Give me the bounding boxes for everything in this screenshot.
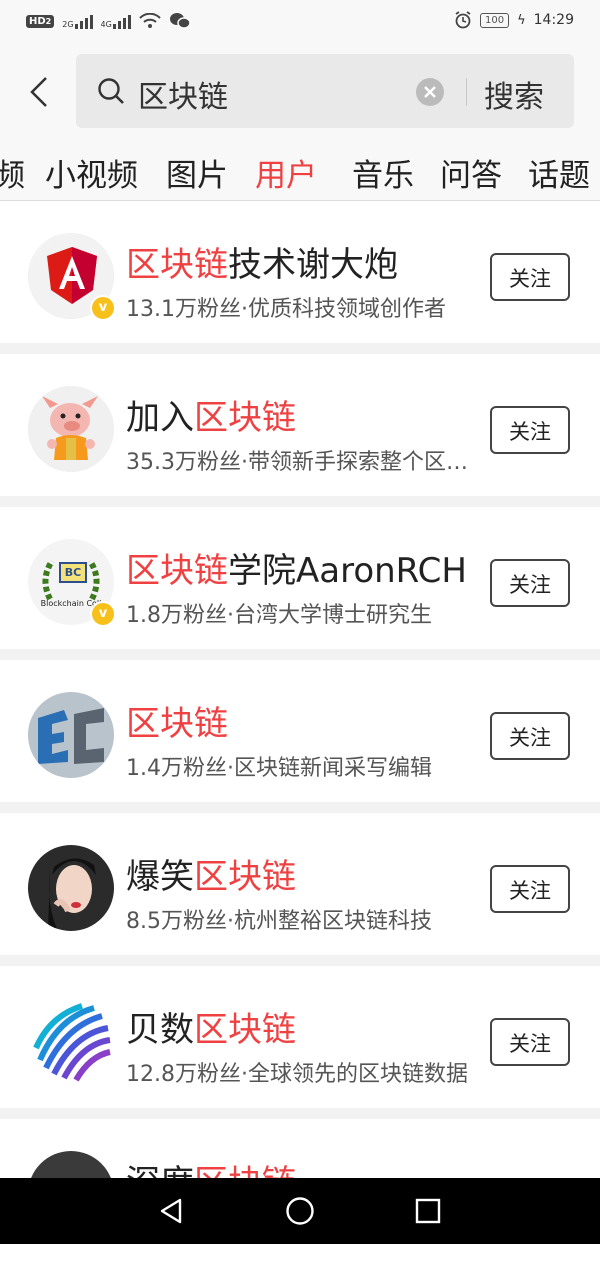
- user-description: 1.4万粉丝·区块链新闻采写编辑: [126, 756, 432, 781]
- tab-users[interactable]: 用户: [255, 150, 317, 195]
- user-description: 13.1万粉丝·优质科技领域创作者: [126, 297, 446, 322]
- category-tabs: 频 小视频 图片 用户 音乐 问答 话题: [0, 144, 600, 201]
- user-description: 8.5万粉丝·杭州整裕区块链科技: [126, 909, 432, 934]
- follow-button[interactable]: 关注: [490, 712, 570, 760]
- user-name[interactable]: 区块链技术谢大炮: [126, 237, 398, 286]
- status-bar: HD2 2G 4G 100 ϟ 14:29: [0, 0, 600, 44]
- charging-icon: ϟ: [517, 12, 526, 28]
- tab-topics[interactable]: 话题: [528, 150, 590, 195]
- wifi-icon: [139, 13, 161, 28]
- follow-button[interactable]: 关注: [490, 559, 570, 607]
- user-name[interactable]: 区块链学院AaronRCH: [126, 543, 467, 592]
- pig-mascot-icon: [28, 386, 114, 472]
- avatar[interactable]: [28, 386, 114, 472]
- verified-badge-icon: v: [90, 601, 116, 627]
- tab-images[interactable]: 图片: [166, 150, 228, 195]
- tab-video-partial[interactable]: 频: [0, 150, 25, 195]
- avatar[interactable]: [28, 998, 114, 1084]
- alarm-icon: [455, 11, 471, 29]
- user-name[interactable]: 贝数区块链: [126, 1002, 296, 1051]
- search-header: 区块链 搜索: [0, 44, 600, 144]
- wechat-icon: [169, 13, 191, 29]
- back-arrow-icon[interactable]: [22, 72, 62, 112]
- list-item[interactable]: 加入区块链 35.3万粉丝·带领新手探索整个区块链 关注: [0, 354, 600, 496]
- portrait-photo-icon: [28, 845, 114, 931]
- tab-qa[interactable]: 问答: [440, 150, 502, 195]
- system-nav-bar: [0, 1178, 600, 1244]
- academy-logo-badge: BC: [59, 562, 87, 583]
- divider: [466, 78, 467, 106]
- avatar[interactable]: [28, 692, 114, 778]
- tab-music[interactable]: 音乐: [352, 150, 414, 195]
- signal-4g-icon: 4G: [101, 13, 131, 29]
- user-name[interactable]: 区块链: [126, 696, 228, 745]
- list-item[interactable]: 贝数区块链 12.8万粉丝·全球领先的区块链数据 关注: [0, 966, 600, 1108]
- follow-button[interactable]: 关注: [490, 406, 570, 454]
- clock-time: 14:29: [533, 12, 574, 28]
- search-input[interactable]: 区块链: [138, 72, 228, 116]
- follow-button[interactable]: 关注: [490, 253, 570, 301]
- user-name[interactable]: 爆笑区块链: [126, 849, 296, 898]
- user-description: 35.3万粉丝·带领新手探索整个区块链: [126, 450, 478, 475]
- nav-home-icon[interactable]: [284, 1195, 316, 1227]
- list-item[interactable]: v 区块链技术谢大炮 13.1万粉丝·优质科技领域创作者 关注: [0, 201, 600, 343]
- verified-badge-icon: v: [90, 295, 116, 321]
- tab-short-video[interactable]: 小视频: [45, 150, 138, 195]
- nav-back-icon[interactable]: [156, 1196, 186, 1226]
- follow-button[interactable]: 关注: [490, 865, 570, 913]
- search-button[interactable]: 搜索: [484, 72, 544, 116]
- list-item[interactable]: 爆笑区块链 8.5万粉丝·杭州整裕区块链科技 关注: [0, 813, 600, 955]
- search-icon: [98, 78, 124, 104]
- user-name[interactable]: 加入区块链: [126, 390, 296, 439]
- ec-cube-logo-icon: [28, 692, 114, 778]
- user-description: 1.8万粉丝·台湾大学博士研究生: [126, 603, 432, 628]
- search-box[interactable]: 区块链 搜索: [76, 54, 574, 128]
- user-description: 12.8万粉丝·全球领先的区块链数据: [126, 1062, 468, 1087]
- hd-icon: HD2: [26, 14, 55, 28]
- nav-recents-icon[interactable]: [414, 1197, 442, 1225]
- battery-icon: 100: [479, 12, 510, 28]
- striped-sphere-logo-icon: [33, 1003, 111, 1082]
- follow-button[interactable]: 关注: [490, 1018, 570, 1066]
- signal-2g-icon: 2G: [62, 13, 93, 29]
- list-item[interactable]: BC Blockchain Coll v 区块链学院AaronRCH 1.8万粉…: [0, 507, 600, 649]
- clear-icon[interactable]: [416, 78, 444, 106]
- list-item[interactable]: 区块链 1.4万粉丝·区块链新闻采写编辑 关注: [0, 660, 600, 802]
- avatar[interactable]: [28, 845, 114, 931]
